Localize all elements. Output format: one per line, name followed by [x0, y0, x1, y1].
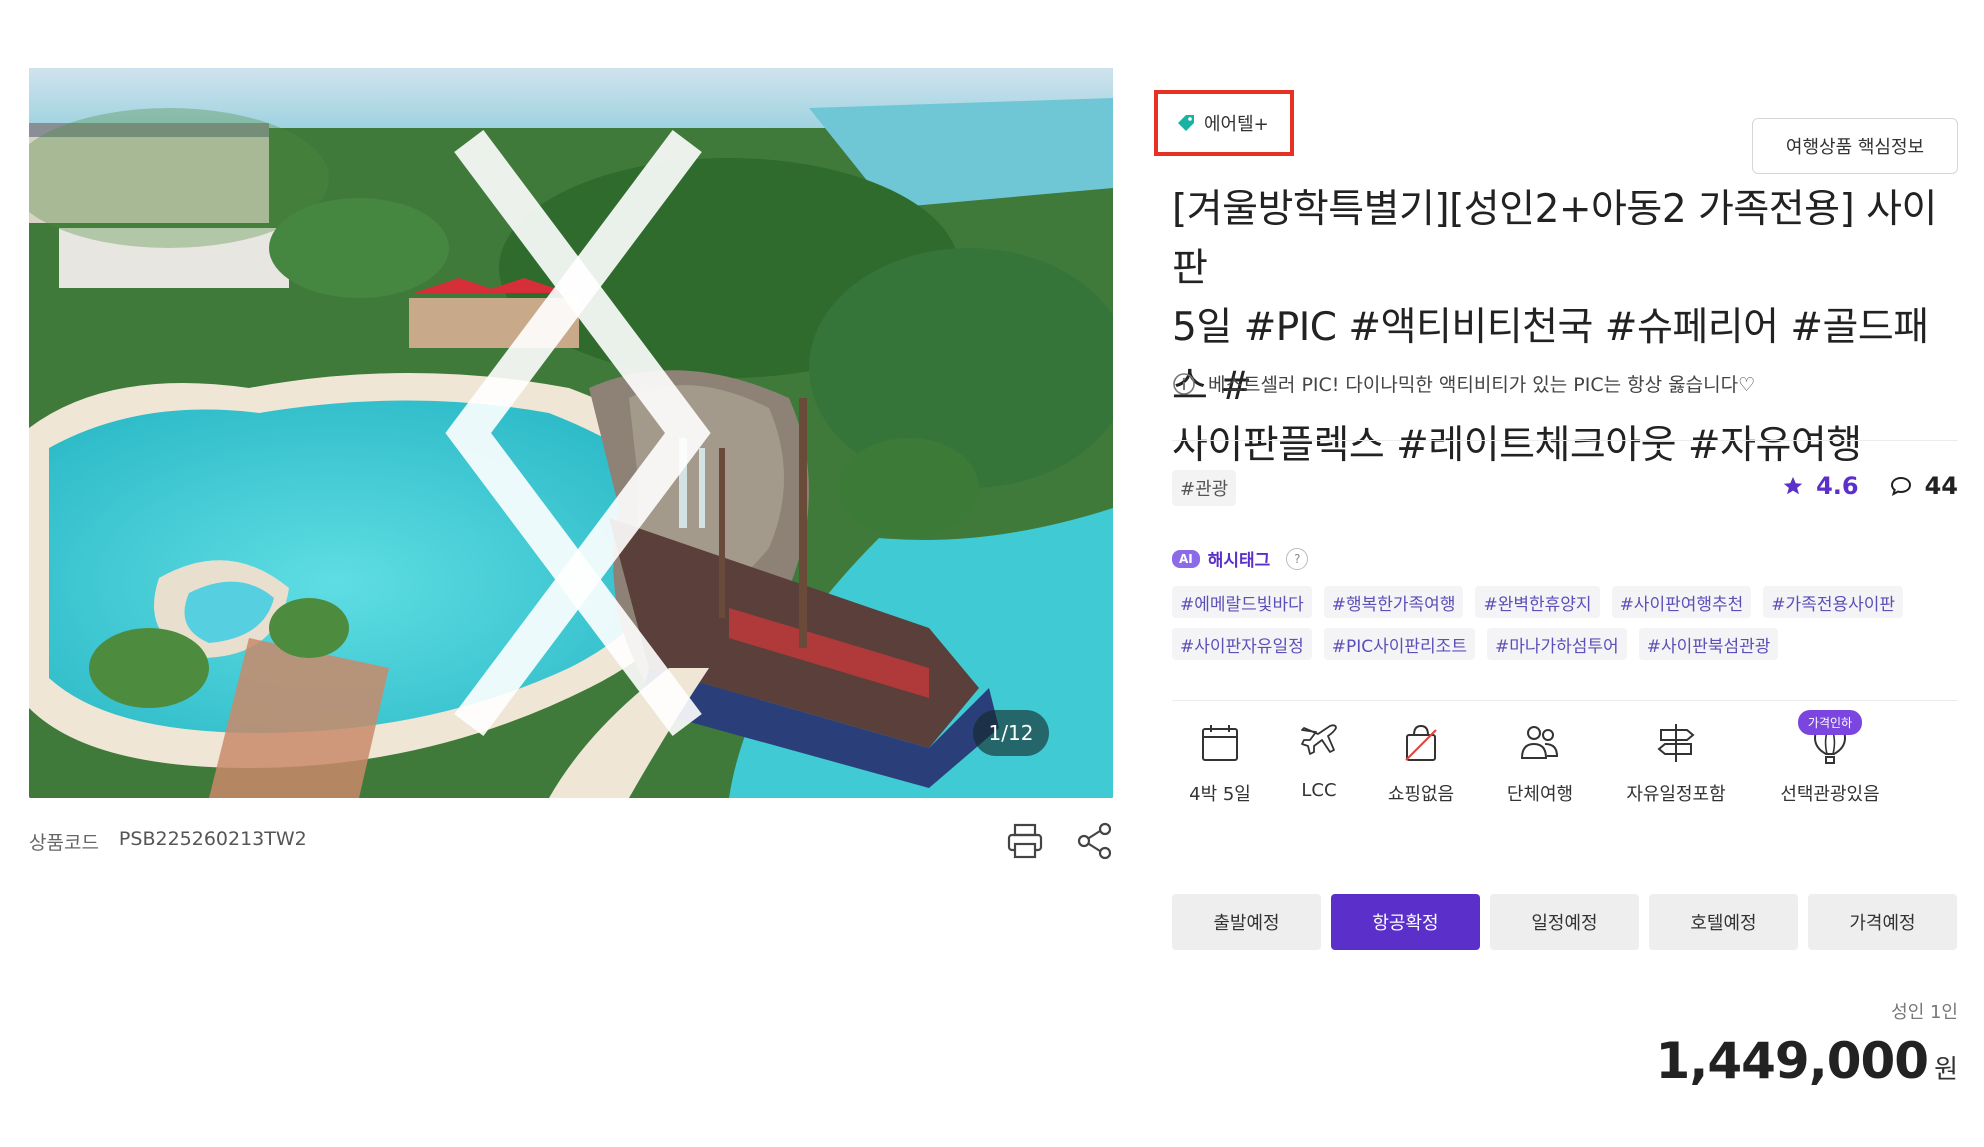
image-counter: 1/12 [973, 710, 1049, 756]
hashtag[interactable]: #마나가하섬투어 [1486, 628, 1627, 660]
price-amount: 1,449,000 [1655, 1032, 1930, 1090]
airplane-icon [1301, 724, 1337, 755]
hashtag[interactable]: #가족전용사이판 [1763, 586, 1904, 618]
rating-score: 4.6 [1816, 472, 1859, 500]
key-info-button[interactable]: 여행상품 핵심정보 [1752, 118, 1958, 174]
info-icon [1173, 372, 1195, 395]
comment-icon[interactable] [1889, 474, 1913, 498]
product-code-value: PSB225260213TW2 [118, 828, 307, 850]
hashtag[interactable]: #사이판여행추천 [1611, 586, 1752, 618]
product-code: 상품코드 PSB225260213TW2 [29, 828, 307, 855]
feature-list: 4박 5일 LCC 쇼핑없음 단체여행 자유일정포함 가격인하 선택관광있음 [1172, 710, 1916, 806]
feature-airline: LCC [1268, 720, 1370, 806]
hashtag[interactable]: #에메랄드빛바다 [1172, 586, 1312, 618]
product-title: [겨울방학특별기][성인2+아동2 가족전용] 사이판 5일 #PIC #액티비… [1172, 180, 1962, 475]
title-line: [겨울방학특별기][성인2+아동2 가족전용] 사이판 [1172, 187, 1937, 291]
star-icon [1783, 476, 1803, 495]
ai-hashtag-label: 해시태그 [1207, 551, 1271, 571]
title-line: 사이판플렉스 #레이트체크아웃 #자유여행 [1172, 423, 1862, 468]
ai-chip: AI [1172, 549, 1200, 568]
subtitle-text: 베스트셀러 PIC! 다이나믹한 액티비티가 있는 PIC는 항상 옳습니다♡ [1208, 374, 1756, 396]
hashtag[interactable]: #완벽한휴양지 [1475, 586, 1600, 618]
group-icon [1520, 726, 1559, 759]
tab-price[interactable]: 가격예정 [1808, 894, 1957, 950]
divider [1172, 700, 1958, 701]
price-drop-pill: 가격인하 [1797, 710, 1863, 735]
category-tag[interactable]: #관광 [1172, 470, 1237, 506]
product-image-gallery[interactable]: 1/12 [29, 68, 1113, 798]
hashtag[interactable]: #PIC사이판리조트 [1323, 628, 1475, 660]
price-unit: 성인 1인 [1891, 1002, 1958, 1023]
feature-label: 자유일정포함 [1626, 784, 1726, 805]
price: 1,449,000 원 [1656, 1032, 1958, 1090]
tab-flight[interactable]: 항공확정 [1331, 894, 1480, 950]
hashtag[interactable]: #사이판자유일정 [1172, 628, 1312, 660]
hashtag[interactable]: #사이판북섬관광 [1638, 628, 1779, 660]
next-image-arrow-icon[interactable] [29, 68, 1113, 798]
feature-free-schedule: 자유일정포함 [1608, 720, 1744, 806]
feature-label: 단체여행 [1506, 784, 1574, 805]
feature-label: LCC [1301, 780, 1337, 801]
product-type-badge: 에어텔+ [1154, 90, 1294, 156]
hashtag[interactable]: #행복한가족여행 [1323, 586, 1464, 618]
tab-schedule[interactable]: 일정예정 [1490, 894, 1639, 950]
share-tools [1004, 820, 1116, 862]
feature-shopping: 쇼핑없음 [1370, 720, 1472, 806]
feature-duration: 4박 5일 [1172, 720, 1268, 806]
ai-hashtag-header: AI 해시태그 ? [1172, 546, 1309, 571]
product-type-label: 에어텔+ [1204, 114, 1269, 135]
divider [1172, 440, 1958, 441]
price-currency: 원 [1934, 1055, 1958, 1085]
tab-hotel[interactable]: 호텔예정 [1649, 894, 1798, 950]
feature-optional-tour: 가격인하 선택관광있음 [1744, 710, 1916, 806]
product-subtitle: 베스트셀러 PIC! 다이나믹한 액티비티가 있는 PIC는 항상 옳습니다♡ [1172, 370, 1755, 397]
feature-label: 쇼핑없음 [1387, 784, 1455, 805]
help-icon[interactable]: ? [1286, 547, 1309, 570]
tab-departure[interactable]: 출발예정 [1172, 894, 1321, 950]
feature-group: 단체여행 [1472, 720, 1608, 806]
hashtag-list: #에메랄드빛바다 #행복한가족여행 #완벽한휴양지 #사이판여행추천 #가족전용… [1172, 586, 1972, 660]
share-icon[interactable] [1074, 820, 1116, 862]
feature-label: 4박 5일 [1189, 784, 1251, 805]
tag-icon [1178, 115, 1194, 131]
print-icon[interactable] [1004, 820, 1046, 862]
no-shopping-icon [1405, 724, 1437, 761]
calendar-icon [1202, 725, 1238, 761]
signpost-icon [1657, 724, 1695, 762]
feature-label: 선택관광있음 [1780, 784, 1880, 805]
review-count[interactable]: 44 [1925, 472, 1958, 500]
product-code-label: 상품코드 [29, 832, 99, 854]
status-tabs: 출발예정 항공확정 일정예정 호텔예정 가격예정 [1172, 894, 1957, 950]
rating-summary: 4.6 44 [1782, 472, 1958, 500]
